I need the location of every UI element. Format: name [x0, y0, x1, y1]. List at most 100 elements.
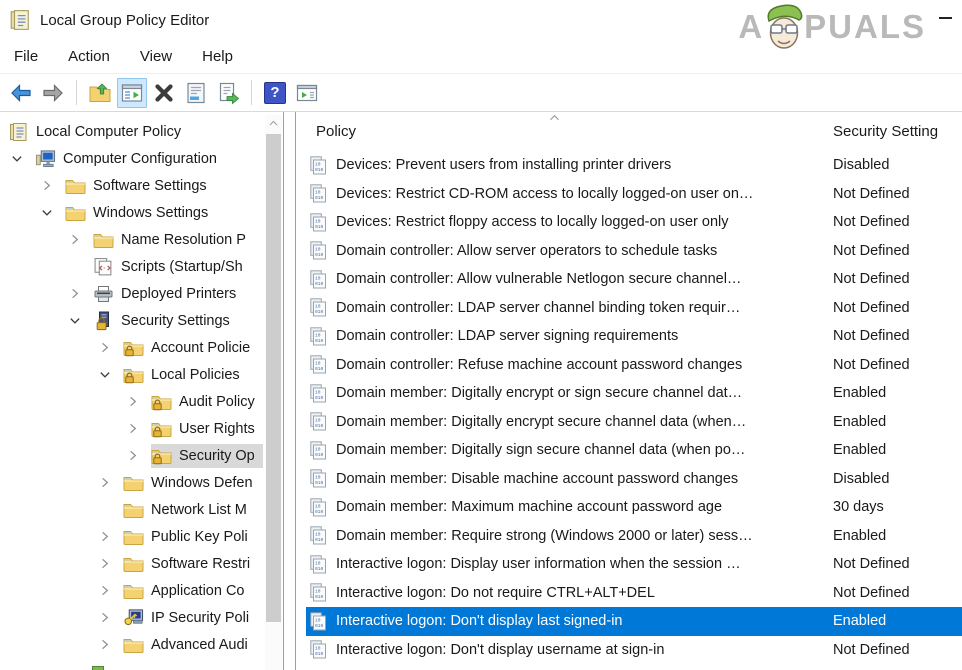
policy-row[interactable]: Interactive logon: Do not require CTRL+A… [306, 579, 962, 608]
policy-row[interactable]: Domain member: Digitally sign secure cha… [306, 436, 962, 465]
policy-doc-icon [310, 241, 327, 260]
tree-item-local-policies[interactable]: Local Policies [0, 361, 263, 388]
toolbar: ? [0, 74, 962, 112]
forward-button[interactable] [38, 78, 68, 108]
tree-item-computer-configuration[interactable]: Computer Configuration [0, 145, 263, 172]
tree-item-label: Computer Configuration [63, 151, 217, 167]
tree-item-deployed-printers[interactable]: Deployed Printers [0, 280, 263, 307]
folder-icon [123, 527, 144, 547]
tree-item-application-control[interactable]: Application Co [0, 577, 263, 604]
tree-item-audit-policy[interactable]: Audit Policy [0, 388, 263, 415]
tree-item-security-options[interactable]: Security Op [0, 442, 263, 469]
policy-row[interactable]: Domain member: Require strong (Windows 2… [306, 522, 962, 551]
chevron-down-icon[interactable] [10, 152, 35, 165]
policy-row[interactable]: Domain member: Maximum machine account p… [306, 493, 962, 522]
policy-row[interactable]: Devices: Restrict floppy access to local… [306, 208, 962, 237]
show-action-pane-button[interactable] [292, 78, 322, 108]
policy-row[interactable]: Devices: Prevent users from installing p… [306, 151, 962, 180]
toolbar-separator [251, 80, 252, 105]
show-console-tree-button[interactable] [117, 78, 147, 108]
policy-row[interactable]: Domain controller: Refuse machine accoun… [306, 351, 962, 380]
tree-item-local-computer-policy[interactable]: Local Computer Policy [0, 118, 263, 145]
properties-button[interactable] [181, 78, 211, 108]
policy-doc-icon [310, 156, 327, 175]
policy-row[interactable]: Devices: Restrict CD-ROM access to local… [306, 180, 962, 209]
policy-row-selected[interactable]: Interactive logon: Don't display last si… [306, 607, 962, 636]
tree-item-security-settings[interactable]: Security Settings [0, 307, 263, 334]
console-tree-panel: Local Computer Policy Computer Configura… [0, 112, 284, 670]
scripts-icon [93, 257, 114, 277]
menu-view[interactable]: View [140, 48, 172, 65]
up-one-level-button[interactable] [85, 78, 115, 108]
policy-row[interactable]: Domain controller: Allow server operator… [306, 237, 962, 266]
policy-row[interactable]: Domain controller: Allow vulnerable Netl… [306, 265, 962, 294]
policy-setting: Not Defined [827, 271, 962, 287]
scrollbar-thumb[interactable] [266, 134, 281, 622]
chevron-down-icon[interactable] [68, 314, 93, 327]
scroll-icon [9, 9, 31, 31]
chevron-right-icon[interactable] [98, 476, 123, 489]
chevron-right-icon[interactable] [126, 449, 151, 462]
chevron-down-icon[interactable] [40, 206, 65, 219]
policy-row[interactable]: Interactive logon: Don't display usernam… [306, 636, 962, 665]
chevron-right-icon[interactable] [98, 638, 123, 651]
chevron-right-icon[interactable] [40, 179, 65, 192]
tree-item-windows-settings[interactable]: Windows Settings [0, 199, 263, 226]
scroll-up-hint-icon[interactable] [548, 113, 561, 122]
tree-item-advanced-audit[interactable]: Advanced Audi [0, 631, 263, 658]
tree-scrollbar[interactable] [265, 115, 282, 670]
tree-item-name-resolution-policy[interactable]: Name Resolution P [0, 226, 263, 253]
column-header-policy[interactable]: Policy [316, 123, 833, 140]
chevron-right-icon[interactable] [98, 530, 123, 543]
policy-row[interactable]: Domain controller: LDAP server signing r… [306, 322, 962, 351]
column-header-security-setting[interactable]: Security Setting [833, 123, 962, 140]
tree-item-account-policies[interactable]: Account Policie [0, 334, 263, 361]
menu-action[interactable]: Action [68, 48, 110, 65]
minimize-button[interactable] [939, 17, 952, 19]
folder-icon [65, 176, 86, 196]
menu-file[interactable]: File [14, 48, 38, 65]
scroll-icon [8, 122, 29, 142]
chevron-right-icon[interactable] [98, 557, 123, 570]
folder-icon [123, 500, 144, 520]
chevron-right-icon[interactable] [126, 422, 151, 435]
tree-item-software-restriction[interactable]: Software Restri [0, 550, 263, 577]
tree-item-user-rights[interactable]: User Rights [0, 415, 263, 442]
help-button[interactable]: ? [260, 78, 290, 108]
policy-doc-icon [310, 213, 327, 232]
policy-row[interactable]: Interactive logon: Display user informat… [306, 550, 962, 579]
chevron-down-icon[interactable] [98, 368, 123, 381]
tree-item-public-key-policies[interactable]: Public Key Poli [0, 523, 263, 550]
policy-setting: Not Defined [827, 214, 962, 230]
policy-row[interactable]: Domain member: Digitally encrypt or sign… [306, 379, 962, 408]
tree-item-label: Network List M [151, 502, 247, 518]
tree-item-ip-security-policies[interactable]: IP Security Poli [0, 604, 263, 631]
scroll-up-arrow-icon[interactable] [265, 115, 282, 131]
chevron-right-icon[interactable] [126, 395, 151, 408]
tree-item-windows-defender[interactable]: Windows Defen [0, 469, 263, 496]
action-pane-icon [295, 81, 319, 105]
policy-name: Domain controller: LDAP server signing r… [336, 328, 827, 344]
policy-row[interactable]: Domain member: Disable machine account p… [306, 465, 962, 494]
partial-tree-item-icon [92, 666, 104, 670]
tree-item-software-settings[interactable]: Software Settings [0, 172, 263, 199]
chevron-right-icon[interactable] [98, 584, 123, 597]
tree-item-scripts[interactable]: Scripts (Startup/Sh [0, 253, 263, 280]
chevron-right-icon[interactable] [68, 233, 93, 246]
policy-name: Domain member: Digitally sign secure cha… [336, 442, 827, 458]
export-list-button[interactable] [213, 78, 243, 108]
printer-icon [93, 284, 114, 304]
delete-button[interactable] [149, 78, 179, 108]
main-area: Local Computer Policy Computer Configura… [0, 112, 962, 670]
menu-help[interactable]: Help [202, 48, 233, 65]
chevron-right-icon[interactable] [98, 611, 123, 624]
policy-setting: Not Defined [827, 186, 962, 202]
chevron-right-icon[interactable] [98, 341, 123, 354]
policy-row[interactable]: Domain member: Digitally encrypt secure … [306, 408, 962, 437]
back-button[interactable] [6, 78, 36, 108]
tree-item-network-list-manager[interactable]: Network List M [0, 496, 263, 523]
policy-row[interactable]: Domain controller: LDAP server channel b… [306, 294, 962, 323]
policy-setting: Disabled [827, 157, 962, 173]
chevron-right-icon[interactable] [68, 287, 93, 300]
local-group-policy-editor-window: Local Group Policy Editor A PUALS File A… [0, 0, 962, 670]
